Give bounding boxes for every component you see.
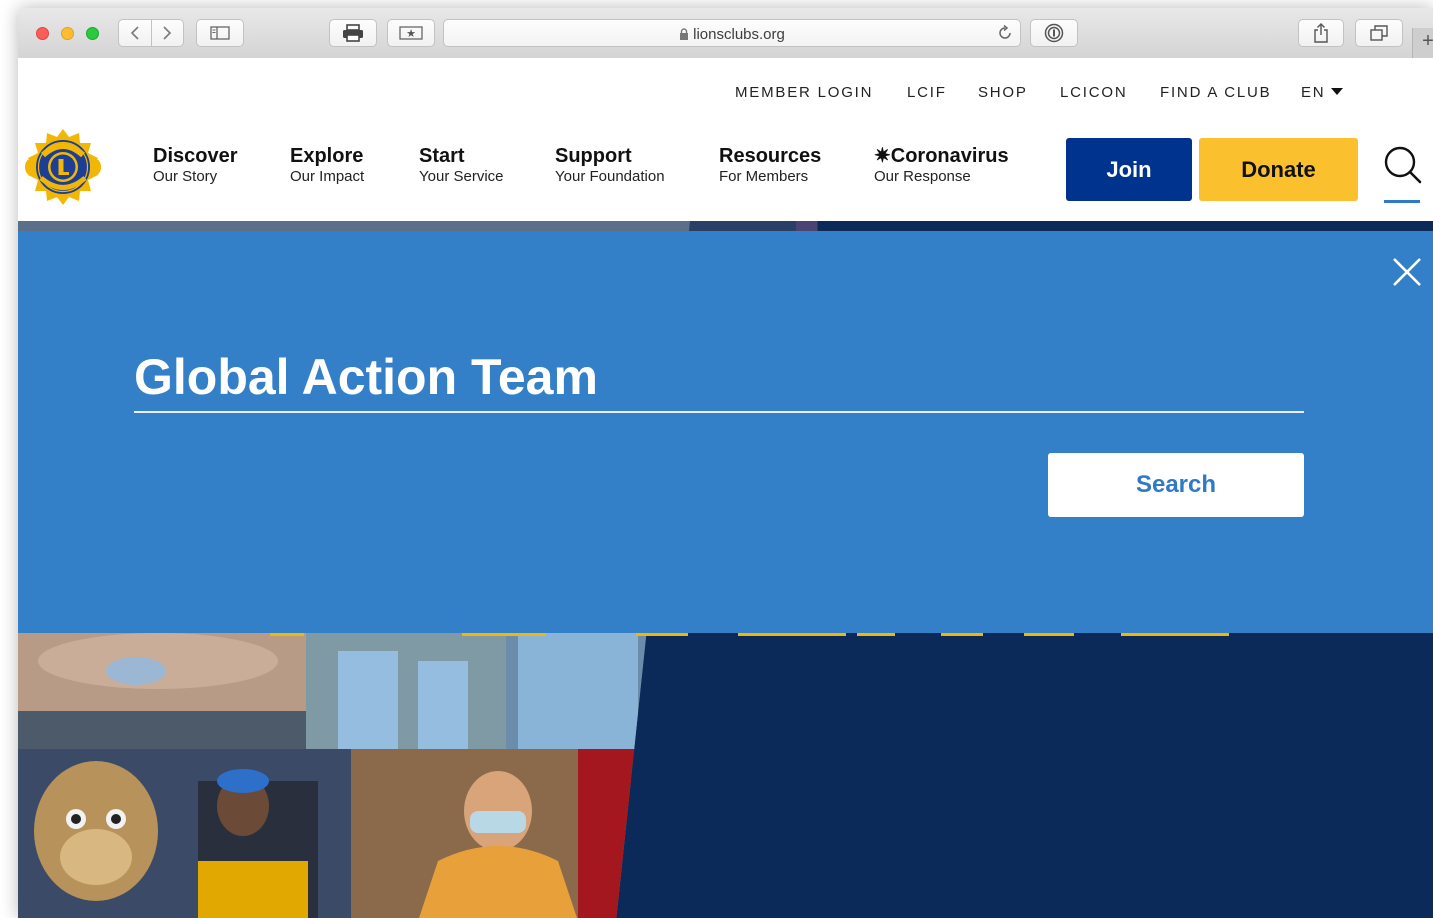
- back-button[interactable]: [119, 20, 152, 46]
- nav-support[interactable]: Support Your Foundation: [555, 144, 665, 186]
- nav-explore-title: Explore: [290, 145, 364, 167]
- svg-text:★: ★: [406, 27, 416, 40]
- history-nav: [118, 19, 184, 47]
- nav-coronavirus-subtitle: Our Response: [874, 168, 971, 185]
- sidebar-icon: [210, 26, 230, 40]
- lcicon-link[interactable]: LCICON: [1060, 84, 1127, 101]
- search-toggle-button[interactable]: [1380, 144, 1424, 203]
- nav-resources[interactable]: Resources For Members: [719, 144, 821, 186]
- hero-accent-line: [462, 633, 546, 636]
- hero-accent-line: [1024, 633, 1074, 636]
- nav-resources-title: Resources: [719, 145, 822, 167]
- back-icon: [130, 26, 139, 40]
- join-button[interactable]: Join: [1066, 138, 1192, 201]
- lcif-link[interactable]: LCIF: [907, 84, 947, 101]
- close-icon: [1393, 258, 1421, 286]
- share-button[interactable]: [1298, 19, 1344, 47]
- reload-icon[interactable]: [996, 24, 1014, 42]
- member-login-link[interactable]: MEMBER LOGIN: [735, 84, 873, 101]
- bookmark-icon: ★: [399, 26, 423, 40]
- chevron-down-icon: [1331, 88, 1344, 95]
- nav-start-subtitle: Your Service: [419, 168, 504, 185]
- close-window-button[interactable]: [36, 27, 49, 40]
- forward-button[interactable]: [152, 20, 184, 46]
- find-a-club-link[interactable]: FIND A CLUB: [1160, 84, 1272, 101]
- new-tab-button[interactable]: +: [1412, 28, 1433, 58]
- browser-window: ★ lionsclubs.org + MEMBER LOGIN LCIF SHO…: [18, 8, 1433, 918]
- nav-resources-subtitle: For Members: [719, 168, 809, 185]
- nav-support-subtitle: Your Foundation: [555, 168, 665, 185]
- hero-accent-line: [738, 633, 846, 636]
- search-overlay: Search: [18, 231, 1433, 633]
- print-button[interactable]: [329, 19, 377, 47]
- language-selector[interactable]: EN: [1301, 84, 1344, 101]
- password-icon: [1044, 23, 1064, 43]
- search-field: [134, 343, 1304, 413]
- print-icon: [343, 24, 363, 42]
- utility-nav: MEMBER LOGIN LCIF SHOP LCICON FIND A CLU…: [18, 84, 1433, 104]
- bookmark-button[interactable]: ★: [387, 19, 435, 47]
- search-icon: [1384, 146, 1422, 184]
- nav-explore-subtitle: Our Impact: [290, 168, 365, 185]
- donate-button[interactable]: Donate: [1199, 138, 1358, 201]
- search-input[interactable]: [134, 343, 1304, 411]
- nav-discover[interactable]: Discover Our Story: [153, 144, 238, 186]
- url-text: lionsclubs.org: [693, 26, 785, 43]
- nav-support-title: Support: [555, 145, 632, 167]
- tab-overview-button[interactable]: [1355, 19, 1403, 47]
- hero-accent-line: [857, 633, 895, 636]
- search-submit-button[interactable]: Search: [1048, 453, 1304, 517]
- hero-accent-line: [941, 633, 983, 636]
- nav-start-title: Start: [419, 145, 465, 167]
- hero-accent-line: [270, 633, 304, 636]
- nav-start[interactable]: Start Your Service: [419, 144, 504, 186]
- sidebar-button[interactable]: [196, 19, 244, 47]
- address-bar[interactable]: lionsclubs.org: [443, 19, 1021, 47]
- nav-discover-subtitle: Our Story: [153, 168, 218, 185]
- hero-accent-line: [1121, 633, 1229, 636]
- hero-accent-line: [636, 633, 688, 636]
- nav-explore[interactable]: Explore Our Impact: [290, 144, 364, 186]
- password-manager-button[interactable]: [1030, 19, 1078, 47]
- share-icon: [1314, 23, 1328, 43]
- fullscreen-window-button[interactable]: [86, 27, 99, 40]
- shop-link[interactable]: SHOP: [978, 84, 1028, 101]
- web-page: MEMBER LOGIN LCIF SHOP LCICON FIND A CLU…: [18, 58, 1433, 918]
- tabs-icon: [1370, 25, 1388, 41]
- nav-discover-title: Discover: [153, 145, 238, 167]
- nav-coronavirus-title: ✷Coronavirus: [874, 145, 1009, 167]
- nav-coronavirus[interactable]: ✷Coronavirus Our Response: [874, 144, 1009, 186]
- lock-icon: [680, 28, 689, 40]
- language-label: EN: [1301, 84, 1326, 101]
- browser-toolbar: ★ lionsclubs.org +: [18, 8, 1433, 59]
- minimize-window-button[interactable]: [61, 27, 74, 40]
- forward-icon: [163, 26, 172, 40]
- lions-logo[interactable]: [20, 126, 106, 208]
- close-search-button[interactable]: [1388, 253, 1426, 291]
- search-active-indicator: [1384, 200, 1420, 203]
